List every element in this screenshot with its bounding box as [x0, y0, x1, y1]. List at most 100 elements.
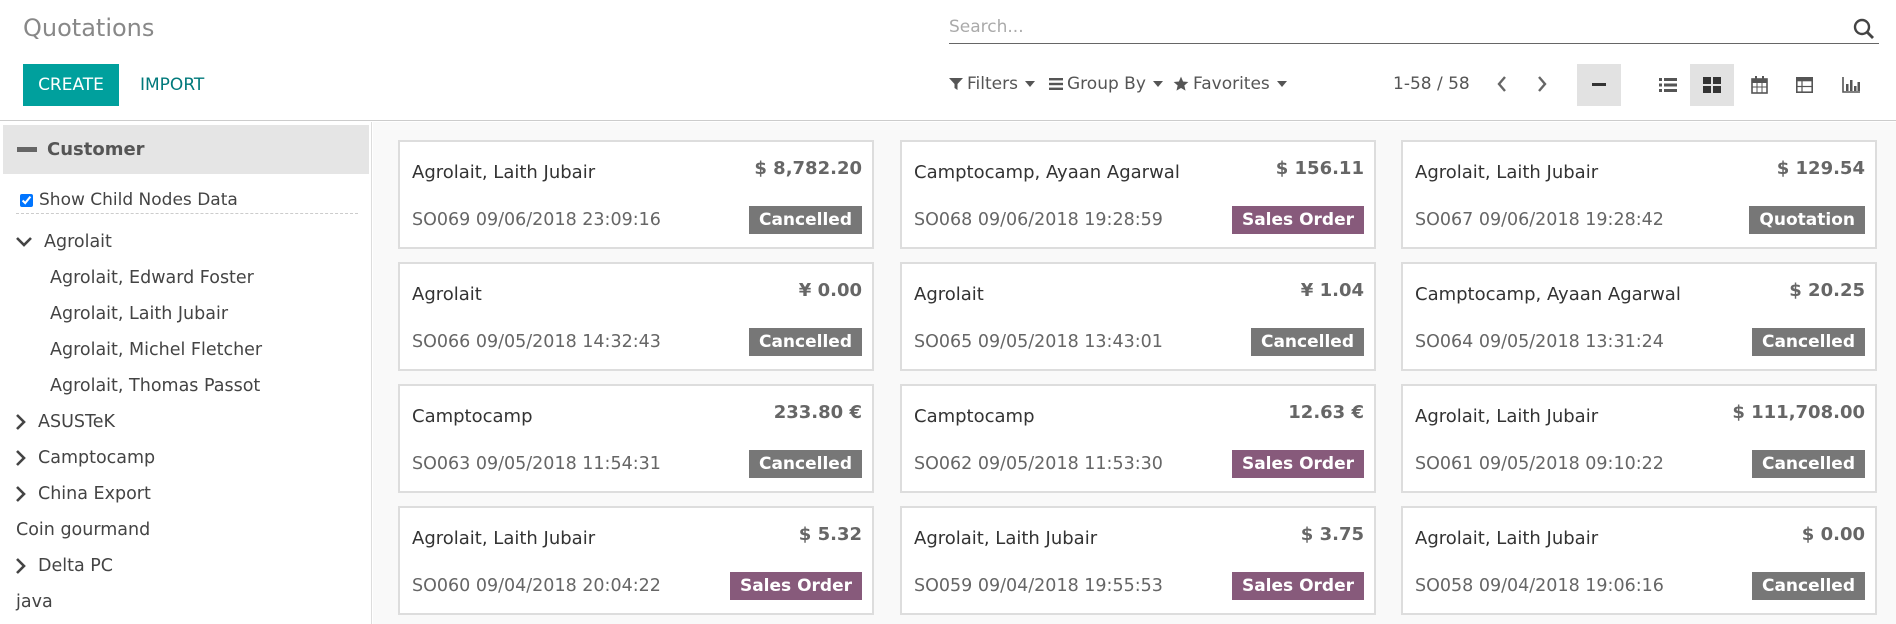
order-amount: $ 3.75 — [1300, 524, 1364, 545]
tree-item-label: Agrolait, Michel Fletcher — [50, 340, 263, 360]
search-icon[interactable] — [1853, 18, 1875, 40]
show-child-nodes-label: Show Child Nodes Data — [39, 190, 238, 210]
group-by-dropdown[interactable]: Group By — [1049, 74, 1163, 94]
list-view-button[interactable] — [1646, 64, 1690, 106]
tree-item[interactable]: Delta PC — [16, 556, 113, 576]
tree-item-label: Delta PC — [38, 556, 114, 576]
order-amount: $ 5.32 — [798, 524, 862, 545]
tree-item[interactable]: Agrolait — [16, 232, 112, 252]
order-amount: $ 129.54 — [1776, 158, 1865, 179]
kanban-card[interactable]: Agrolait, Laith Jubair $ 8,782.20 SO069 09… — [398, 140, 874, 249]
favorites-dropdown[interactable]: Favorites — [1173, 74, 1287, 94]
tree-item[interactable]: Agrolait, Thomas Passot — [50, 376, 260, 396]
tree-item[interactable]: China Export — [16, 484, 151, 504]
caret-down-icon — [1024, 81, 1035, 87]
tree-item-label: java — [16, 592, 53, 612]
chevron-right-icon[interactable] — [16, 486, 26, 502]
pager-previous-button[interactable] — [1491, 70, 1513, 98]
chevron-down-icon[interactable] — [16, 237, 32, 247]
order-reference: SO068 09/06/2018 19:28:59 — [914, 210, 1163, 230]
tree-item[interactable]: Agrolait, Edward Foster — [50, 268, 254, 288]
page-title: Quotations — [23, 14, 155, 42]
chevron-right-icon[interactable] — [16, 414, 26, 430]
customer-name: Agrolait, Laith Jubair — [412, 528, 596, 549]
status-badge: Sales Order — [1231, 450, 1364, 478]
kanban-card[interactable]: Agrolait, Laith Jubair $ 3.75 SO059 09/04/… — [900, 506, 1376, 615]
kanban-card[interactable]: Camptocamp 12.63 € SO062 09/05/2018 11:53:… — [900, 384, 1376, 493]
kanban-view-icon — [1703, 77, 1721, 93]
customer-name: Agrolait, Laith Jubair — [914, 528, 1098, 549]
tree-item-label: Camptocamp — [38, 448, 156, 468]
chevron-right-icon[interactable] — [16, 450, 26, 466]
status-badge: Cancelled — [1751, 572, 1865, 600]
customer-name: Camptocamp — [914, 406, 1035, 427]
star-icon — [1173, 76, 1189, 91]
tree-item-label: Coin gourmand — [16, 520, 151, 540]
status-badge: Sales Order — [1231, 572, 1364, 600]
status-badge: Quotation — [1749, 206, 1865, 234]
customer-name: Agrolait, Laith Jubair — [1415, 162, 1599, 183]
search-input[interactable] — [949, 14, 1829, 40]
status-badge: Sales Order — [729, 572, 862, 600]
pivot-view-icon — [1795, 77, 1813, 93]
kanban-view: Agrolait, Laith Jubair $ 8,782.20 SO069 09… — [373, 122, 1896, 624]
order-reference: SO060 09/04/2018 20:04:22 — [412, 576, 661, 596]
kanban-card[interactable]: Camptocamp 233.80 € SO063 09/05/2018 11:54… — [398, 384, 874, 493]
pivot-view-button[interactable] — [1782, 64, 1826, 106]
kanban-card[interactable]: Agrolait, Laith Jubair $ 129.54 SO067 09/0… — [1401, 140, 1877, 249]
sidebar-header[interactable]: Customer — [3, 125, 369, 174]
tree-item[interactable]: Agrolait, Laith Jubair — [50, 304, 228, 324]
status-badge: Cancelled — [1250, 328, 1364, 356]
import-button[interactable]: IMPORT — [126, 64, 218, 106]
order-amount: ¥ 1.04 — [1300, 280, 1364, 301]
filters-dropdown[interactable]: Filters — [949, 74, 1035, 94]
graph-view-icon — [1842, 77, 1860, 93]
customer-name: Camptocamp — [412, 406, 533, 427]
kanban-card[interactable]: Camptocamp, Ayaan Agarwal $ 20.25 SO064 09… — [1401, 262, 1877, 371]
kanban-card[interactable]: Agrolait, Laith Jubair $ 111,708.00 SO061 … — [1401, 384, 1877, 493]
customer-name: Camptocamp, Ayaan Agarwal — [914, 162, 1180, 183]
kanban-card[interactable]: Camptocamp, Ayaan Agarwal $ 156.11 SO068 0… — [900, 140, 1376, 249]
minus-icon — [1592, 83, 1606, 86]
status-badge: Cancelled — [1751, 328, 1865, 356]
customer-sidebar: Customer Show Child Nodes Data Agrolait A… — [0, 122, 372, 624]
tree-item[interactable]: Camptocamp — [16, 448, 155, 468]
customer-name: Agrolait — [914, 284, 984, 305]
order-reference: SO059 09/04/2018 19:55:53 — [914, 576, 1163, 596]
group-by-label: Group By — [1067, 74, 1146, 94]
kanban-view-button[interactable] — [1690, 64, 1734, 106]
tree-item[interactable]: Coin gourmand — [16, 520, 150, 540]
calendar-view-button[interactable] — [1737, 64, 1781, 106]
kanban-card[interactable]: Agrolait ¥ 0.00 SO066 09/05/2018 14:32:43 C… — [398, 262, 874, 371]
order-reference: SO062 09/05/2018 11:53:30 — [914, 454, 1163, 474]
chevron-right-icon[interactable] — [16, 558, 26, 574]
status-badge: Sales Order — [1231, 206, 1364, 234]
show-child-nodes-checkbox[interactable] — [20, 193, 33, 207]
control-panel: Quotations CREATE IMPORT Filters Group B… — [0, 0, 1896, 121]
caret-down-icon — [1152, 81, 1163, 87]
order-amount: $ 0.00 — [1801, 524, 1865, 545]
divider — [16, 213, 358, 214]
minus-icon — [17, 147, 37, 152]
tree-item-label: China Export — [38, 484, 151, 504]
create-button[interactable]: CREATE — [23, 64, 119, 106]
tree-item[interactable]: Agrolait, Michel Fletcher — [50, 340, 262, 360]
calendar-view-icon — [1750, 76, 1768, 94]
sidebar-heading: Customer — [47, 139, 145, 160]
list-view-icon — [1659, 78, 1677, 92]
customer-name: Agrolait, Laith Jubair — [412, 162, 596, 183]
kanban-card[interactable]: Agrolait, Laith Jubair $ 0.00 SO058 09/04/… — [1401, 506, 1877, 615]
kanban-card[interactable]: Agrolait ¥ 1.04 SO065 09/05/2018 13:43:01 C… — [900, 262, 1376, 371]
tree-item[interactable]: ASUSTeK — [16, 412, 115, 432]
pager-next-button[interactable] — [1531, 70, 1553, 98]
graph-view-button[interactable] — [1829, 64, 1873, 106]
order-reference: SO066 09/05/2018 14:32:43 — [412, 332, 661, 352]
order-amount: $ 156.11 — [1275, 158, 1364, 179]
order-amount: 12.63 € — [1288, 402, 1364, 423]
order-amount: $ 111,708.00 — [1732, 402, 1865, 423]
show-child-nodes-option[interactable]: Show Child Nodes Data — [20, 186, 238, 214]
kanban-card[interactable]: Agrolait, Laith Jubair $ 5.32 SO060 09/04/… — [398, 506, 874, 615]
tree-item[interactable]: java — [16, 592, 53, 612]
fold-toggle-button[interactable] — [1577, 64, 1621, 106]
pager-value[interactable]: 1-58 / 58 — [1393, 74, 1470, 94]
